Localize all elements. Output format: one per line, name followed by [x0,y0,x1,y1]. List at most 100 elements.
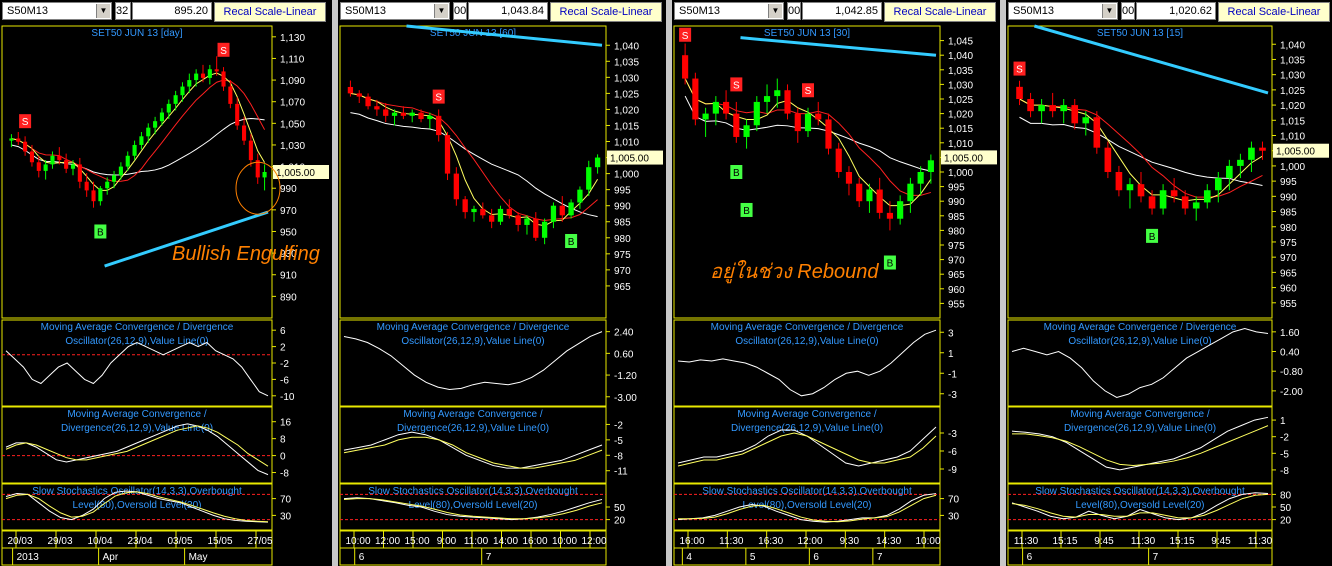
chart-panel-15min[interactable]: S50M13 ▼ 00 1,020.62 Recal Scale-Linear S… [1006,0,1332,566]
chart-panel-30min[interactable]: S50M13 ▼ 00 1,042.85 Recal Scale-Linear S… [672,0,1000,566]
period-tick-label: 2013 [17,552,40,563]
price-tick-label: 960 [1280,284,1297,295]
signal-label: B [568,237,575,248]
price-tick-label: 1,010 [614,138,639,149]
price-tick-label: 950 [280,227,297,238]
candle-body [1104,147,1112,172]
indicator-title: Oscillator(26,12,9),Value Line(0) [401,336,544,347]
price-tick-label: 985 [1280,208,1297,219]
candle-body [400,112,407,116]
chart-panel-daily[interactable]: S50M13 ▼ 32 895.20 Recal Scale-Linear SET… [0,0,332,566]
time-tick-label: 11:30 [1014,536,1039,547]
candle-body [784,90,791,114]
candle-body [91,190,96,202]
candle-body [84,181,89,191]
candle-body [409,112,415,116]
candle-body [436,115,442,136]
indicator-title: Moving Average Convergence / Divergence [41,322,234,333]
price-tick-label: 955 [1280,299,1297,310]
period-axis-frame [1,547,273,566]
price-tick-label: 965 [948,270,965,281]
time-tick-label: 15:15 [1169,536,1194,547]
candle-body [16,138,21,142]
chart-panel-60min[interactable]: S50M13▼ 00 1,043.84 Recal Scale-Linear S… [338,0,666,566]
price-plot-frame [339,25,607,319]
candle-body [374,106,380,110]
candle-body [702,113,709,120]
time-tick-label: 11:30 [1248,536,1273,547]
candle-body [682,55,689,79]
candle-body [242,125,247,141]
candle-body [146,127,151,137]
price-tick-label: 1,130 [280,33,305,44]
price-tick-label: 1,045 [948,37,973,48]
indicator-title: Moving Average Convergence / [403,409,543,420]
indicator-tick-label: -2 [614,420,623,431]
candle-body [365,96,371,107]
indicator-tick-label: 70 [280,495,292,506]
candle-body [763,96,771,102]
candle-body [200,73,206,78]
candle-body [1203,190,1211,203]
candle-body [845,172,853,184]
indicator-title: Slow Stochastics Oscillator(14,3,3),Over… [368,486,578,497]
candle-body [23,141,28,152]
last-price-label: 1,005.00 [944,153,983,164]
candle-body [856,183,863,202]
chart-title: SET50 JUN 13 [30] [764,28,850,39]
indicator-tick-label: 16 [280,418,292,429]
chart-title: SET50 JUN 13 [day] [91,28,182,39]
period-tick-label: 7 [486,552,492,563]
candle-body [774,90,781,97]
price-tick-label: 955 [948,299,965,310]
indicator-tick-label: -2 [1280,433,1289,444]
period-tick-label: 7 [877,552,883,563]
price-tick-label: 1,000 [1280,162,1305,173]
indicator-tick-label: -6 [280,375,289,386]
candle-body [1248,147,1255,160]
candle-body [712,101,719,114]
chart-title: SET50 JUN 13 [15] [1097,28,1183,39]
candle-body [427,115,433,120]
indicator-title: Moving Average Convergence / Divergence [1044,322,1237,333]
price-tick-label: 980 [614,234,631,245]
signal-label: S [22,117,29,128]
time-tick-label: 29/03 [47,536,72,547]
candle-body [1016,86,1023,99]
price-tick-label: 990 [1280,192,1297,203]
price-tick-label: 975 [948,241,965,252]
signal-label: S [682,31,689,42]
price-tick-label: 960 [948,285,965,296]
candle-body [64,160,69,169]
candle-body [214,69,219,72]
indicator-tick-label: -9 [948,465,957,476]
price-tick-label: 1,020 [1280,101,1305,112]
candle-body [125,155,130,167]
signal-label: B [97,227,104,238]
candle-body [568,202,574,216]
candle-body [825,119,832,149]
price-tick-label: 910 [280,271,297,282]
indicator-tick-label: 1 [948,349,954,360]
candle-body [391,112,398,116]
period-tick-label: 6 [813,552,819,563]
last-price-label: 1,005.00 [1276,147,1315,158]
price-tick-label: 1,030 [948,80,973,91]
price-tick-label: 1,035 [948,66,973,77]
indicator-tick-label: -6 [948,447,957,458]
indicator-tick-label: -8 [280,469,289,480]
time-tick-label: 11:00 [464,536,489,547]
candle-body [262,172,267,178]
indicator-tick-label: 8 [280,435,286,446]
candle-body [497,208,504,222]
price-tick-label: 1,040 [614,41,639,52]
candle-body [1038,105,1045,112]
time-tick-label: 11:30 [719,536,744,547]
candle-body [187,80,192,87]
candle-body [221,71,226,87]
time-tick-label: 12:00 [797,536,822,547]
price-tick-label: 975 [1280,238,1297,249]
candle-body [692,78,699,120]
candle-body [235,103,240,126]
candle-body [1192,202,1200,209]
